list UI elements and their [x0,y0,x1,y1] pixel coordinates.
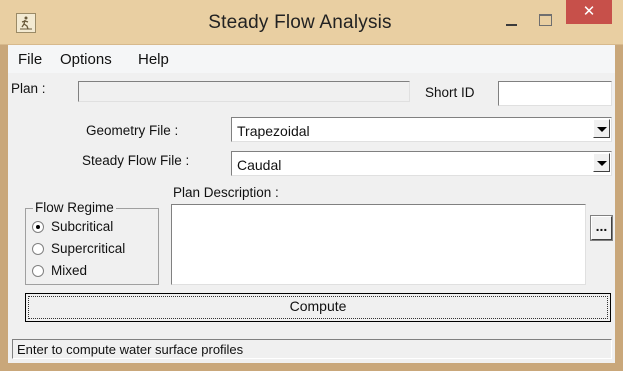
maximize-icon[interactable] [531,10,557,32]
radio-supercritical-label[interactable]: Supercritical [51,241,125,256]
steady-flow-file-label: Steady Flow File : [82,153,190,168]
steady-flow-window: Steady Flow Analysis ✕ File Options Help… [0,0,623,371]
flow-regime-title: Flow Regime [33,200,116,215]
minimize-icon[interactable] [498,10,524,32]
plan-description-label: Plan Description : [173,185,279,200]
geometry-file-value: Trapezoidal [237,123,310,139]
plan-label: Plan : [11,81,46,96]
menu-help[interactable]: Help [138,51,169,68]
chevron-down-icon[interactable] [593,153,610,172]
radio-button[interactable] [32,265,44,277]
radio-button-checked[interactable] [32,221,44,233]
short-id-label: Short ID [425,85,475,100]
compute-button[interactable]: Compute [25,293,611,322]
plan-description-textarea[interactable] [171,204,586,285]
status-text: Enter to compute water surface profiles [17,342,244,357]
status-bar: Enter to compute water surface profiles [12,339,612,359]
plan-title-field[interactable] [78,81,410,102]
steady-flow-file-select[interactable]: Caudal [231,151,612,176]
close-icon[interactable]: ✕ [566,0,612,24]
compute-button-label: Compute [28,296,608,319]
geometry-file-label: Geometry File : [86,123,179,138]
radio-button[interactable] [32,243,44,255]
short-id-field[interactable] [498,81,612,106]
dialog-body: File Options Help Plan : Short ID Geomet… [8,45,615,363]
chevron-down-icon[interactable] [593,119,610,138]
steady-flow-file-value: Caudal [237,157,282,173]
title-bar[interactable]: Steady Flow Analysis ✕ [0,0,623,45]
browse-description-button[interactable]: ... [590,215,613,241]
menu-file[interactable]: File [18,51,42,68]
radio-subcritical-label[interactable]: Subcritical [51,219,113,234]
flow-regime-group: Flow Regime Subcritical Supercritical Mi… [25,200,159,285]
menu-options[interactable]: Options [60,51,112,68]
geometry-file-select[interactable]: Trapezoidal [231,117,612,142]
menu-bar: File Options Help [8,45,615,73]
radio-mixed-label[interactable]: Mixed [51,263,87,278]
